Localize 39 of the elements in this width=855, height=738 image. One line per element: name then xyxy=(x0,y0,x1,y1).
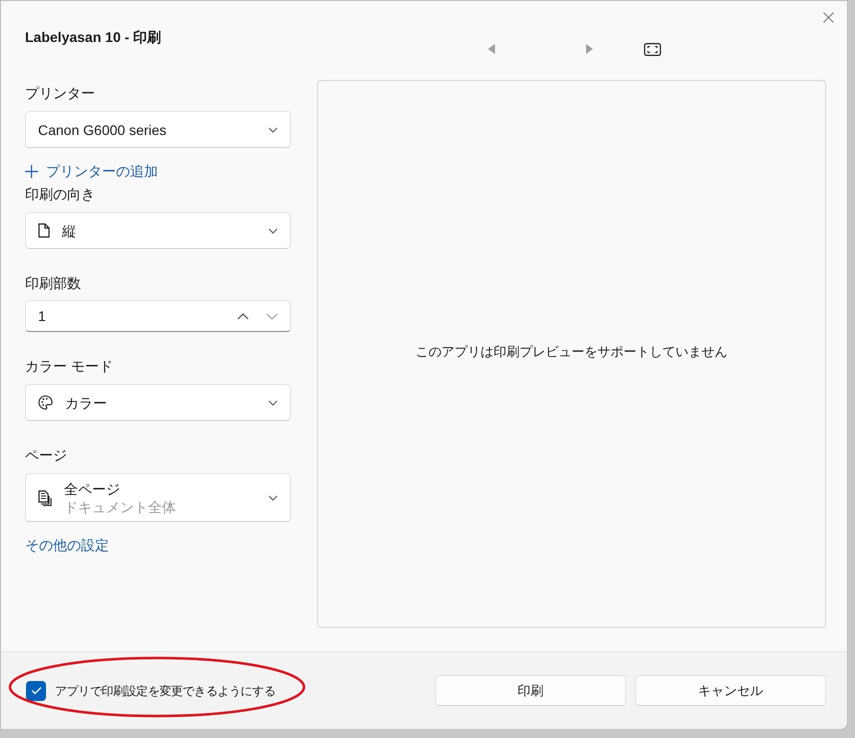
dialog-button[interactable]: キャンセル xyxy=(635,675,826,706)
dropdown-value: Canon G6000 series xyxy=(38,120,168,138)
dropdown[interactable]: カラー xyxy=(25,384,291,421)
dropdown-subtext: ドキュメント全体 xyxy=(64,498,177,516)
dropdown-value: 縦 xyxy=(62,222,77,240)
field-label: 印刷の向き xyxy=(25,185,96,203)
palette-icon xyxy=(38,395,53,410)
field-label: カラー モード xyxy=(25,357,114,375)
fit-to-window-icon[interactable] xyxy=(644,43,661,56)
dropdown-value: 全ページ xyxy=(64,480,121,498)
field-label: 印刷部数 xyxy=(25,274,82,292)
chevron-down-icon xyxy=(268,400,278,406)
next-page-icon[interactable] xyxy=(585,44,593,54)
number-value: 1 xyxy=(38,306,47,326)
checkbox[interactable] xyxy=(26,680,46,700)
chevron-down-icon[interactable] xyxy=(266,312,278,320)
chevron-down-icon xyxy=(268,494,278,500)
chevron-down-icon xyxy=(268,126,278,132)
previous-page-icon[interactable] xyxy=(488,44,496,54)
dropdown[interactable]: Canon G6000 series xyxy=(25,111,291,148)
documents-icon xyxy=(38,490,52,506)
dropdown-value: カラー xyxy=(65,394,108,412)
chevron-up-icon[interactable] xyxy=(237,312,249,320)
number-field[interactable]: 1 xyxy=(25,300,291,332)
field-label: プリンター xyxy=(25,84,96,102)
field-label: ページ xyxy=(25,446,68,464)
preview-message: このアプリは印刷プレビューをサポートしていません xyxy=(416,343,728,362)
dialog-button[interactable]: 印刷 xyxy=(435,675,626,706)
page-icon xyxy=(38,223,50,238)
close-icon[interactable] xyxy=(823,12,834,23)
chevron-down-icon xyxy=(268,228,278,234)
dropdown[interactable]: 全ページ ドキュメント全体 xyxy=(25,473,291,522)
checkmark-icon xyxy=(30,686,42,695)
checkbox-label: アプリで印刷設定を変更できるようにする xyxy=(55,682,276,700)
plus-icon xyxy=(25,164,38,178)
link[interactable]: プリンターの追加 xyxy=(25,162,158,180)
link[interactable]: その他の設定 xyxy=(25,536,109,554)
window-title: Labelyasan 10 - 印刷 xyxy=(25,28,162,47)
dropdown[interactable]: 縦 xyxy=(25,212,291,249)
